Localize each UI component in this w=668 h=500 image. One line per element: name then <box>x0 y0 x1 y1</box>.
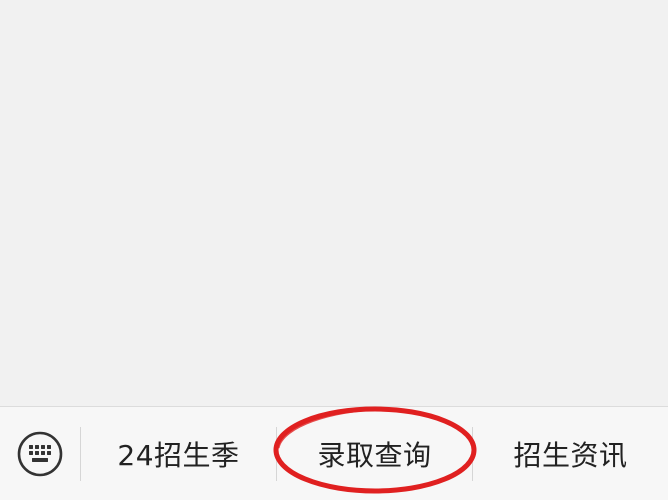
menu-item-admission-query[interactable]: 录取查询 <box>277 407 472 500</box>
menu-item-label: 录取查询 <box>317 438 432 472</box>
bottom-menu-bar: 24招生季 录取查询 招生资讯 <box>0 406 668 500</box>
keyboard-toggle-button[interactable] <box>0 407 80 500</box>
menu-item-label: 24招生季 <box>117 438 240 472</box>
screen: 24招生季 录取查询 招生资讯 <box>0 0 668 500</box>
menu-item-admission-news[interactable]: 招生资讯 <box>473 407 668 500</box>
menu-item-admission-season[interactable]: 24招生季 <box>81 407 276 500</box>
menu-item-label: 招生资讯 <box>513 438 628 472</box>
keyboard-icon <box>17 431 63 476</box>
chat-content-area <box>0 0 668 406</box>
